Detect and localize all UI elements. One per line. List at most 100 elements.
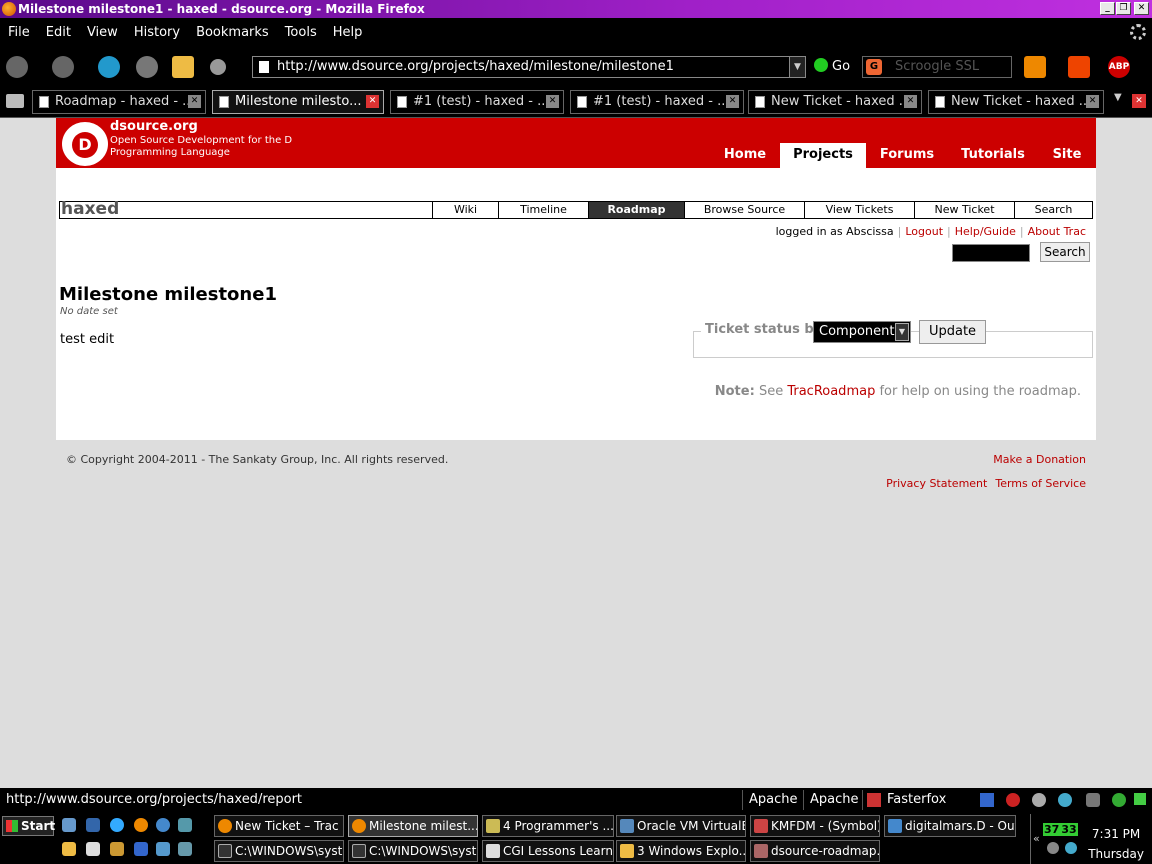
minimize-button[interactable]: _ [1100, 2, 1115, 15]
restore-button[interactable]: ❐ [1116, 2, 1131, 15]
tab-ticket-1[interactable]: #1 (test) - haxed - ... ✕ [390, 90, 564, 114]
firefox-icon[interactable] [134, 818, 148, 832]
help-guide-link[interactable]: Help/Guide [955, 225, 1016, 238]
taskbar-item-active[interactable]: Milestone milest... [348, 815, 478, 837]
menu-view[interactable]: View [79, 18, 126, 48]
privacy-link[interactable]: Privacy Statement [886, 477, 987, 490]
stop-icon[interactable] [136, 56, 158, 78]
close-tab-icon[interactable]: ✕ [546, 95, 559, 108]
go-button[interactable]: Go [814, 58, 850, 76]
notepad-icon[interactable] [86, 842, 100, 856]
donate-link[interactable]: Make a Donation [993, 453, 1086, 466]
network-icon[interactable] [1065, 842, 1077, 854]
url-dropdown-icon[interactable]: ▼ [789, 57, 805, 77]
adblock-icon[interactable]: ABP [1108, 56, 1130, 78]
menu-help[interactable]: Help [325, 18, 371, 48]
status-fasterfox[interactable]: Fasterfox [862, 790, 952, 810]
close-tab-icon[interactable]: ✕ [366, 95, 379, 108]
taskbar-item[interactable]: CGI Lessons Learn... [482, 840, 614, 862]
taskbar-item[interactable]: New Ticket – Trac ... [214, 815, 344, 837]
trac-nav-wiki[interactable]: Wiki [432, 202, 498, 218]
forward-icon[interactable] [52, 56, 74, 78]
trac-nav-new-ticket[interactable]: New Ticket [914, 202, 1014, 218]
clock[interactable]: 7:31 PM Thursday [1088, 824, 1144, 864]
trac-nav-view-tickets[interactable]: View Tickets [804, 202, 914, 218]
tab-list-icon[interactable]: ▼ [1114, 92, 1122, 103]
taskbar-item[interactable]: Oracle VM VirtualB... [616, 815, 746, 837]
close-tab-icon[interactable]: ✕ [726, 95, 739, 108]
quicklaunch-icon[interactable] [86, 818, 100, 832]
quick-search-input[interactable] [952, 244, 1030, 262]
tray-expand-icon[interactable]: « [1033, 832, 1040, 845]
taskbar-item[interactable]: C:\WINDOWS\syst... [348, 840, 478, 862]
tab-ticket-2[interactable]: #1 (test) - haxed - ... ✕ [570, 90, 744, 114]
bug-icon[interactable] [1112, 793, 1126, 807]
nav-site[interactable]: Site [1046, 143, 1088, 168]
close-tab-icon[interactable]: ✕ [188, 95, 201, 108]
addon-icon[interactable] [1068, 56, 1090, 78]
trac-nav-timeline[interactable]: Timeline [498, 202, 588, 218]
menu-edit[interactable]: Edit [38, 18, 79, 48]
status-apache-2[interactable]: Apache [803, 790, 865, 810]
trac-nav-browse-source[interactable]: Browse Source [684, 202, 804, 218]
menu-tools[interactable]: Tools [277, 18, 325, 48]
quicklaunch-icon[interactable] [110, 842, 124, 856]
quick-search-button[interactable]: Search [1040, 242, 1090, 262]
terms-link[interactable]: Terms of Service [995, 477, 1086, 490]
url-bar[interactable]: http://www.dsource.org/projects/haxed/mi… [252, 56, 806, 78]
reload-icon[interactable] [98, 56, 120, 78]
menu-history[interactable]: History [126, 18, 188, 48]
taskbar-item[interactable]: dsource-roadmap.... [750, 840, 880, 862]
ie-icon[interactable] [110, 818, 124, 832]
download-icon[interactable] [1024, 56, 1046, 78]
taskbar-item[interactable]: KMFDM - (Symbol) ... [750, 815, 880, 837]
group-by-select[interactable]: Component ▼ [813, 321, 911, 343]
search-field[interactable]: G Scroogle SSL [862, 56, 1012, 78]
start-button[interactable]: Start [2, 816, 55, 836]
speaker-icon[interactable] [1047, 842, 1059, 854]
tab-new-ticket-1[interactable]: New Ticket - haxed ... ✕ [748, 90, 922, 114]
close-tab-icon[interactable]: ✕ [1086, 95, 1099, 108]
about-trac-link[interactable]: About Trac [1028, 225, 1086, 238]
dsource-logo[interactable]: D [62, 122, 108, 166]
close-tab-icon[interactable]: ✕ [1132, 94, 1146, 108]
taskbar-item[interactable]: 3 Windows Explo... [616, 840, 746, 862]
addon-c-icon[interactable] [1086, 793, 1100, 807]
tab-milestone[interactable]: Milestone milesto... ✕ [212, 90, 384, 114]
calculator-icon[interactable] [134, 842, 148, 856]
quicklaunch-icon[interactable] [62, 818, 76, 832]
home-icon[interactable] [172, 56, 194, 78]
menu-bookmarks[interactable]: Bookmarks [188, 18, 277, 48]
nav-tutorials[interactable]: Tutorials [954, 143, 1032, 168]
tab-roadmap[interactable]: Roadmap - haxed - ... ✕ [32, 90, 206, 114]
stop-addon-icon[interactable] [1006, 793, 1020, 807]
trac-nav-search[interactable]: Search [1014, 202, 1092, 218]
trac-nav-roadmap[interactable]: Roadmap [588, 202, 684, 218]
nav-projects[interactable]: Projects [780, 143, 866, 168]
addon-b-icon[interactable] [1032, 793, 1046, 807]
update-button[interactable]: Update [919, 320, 986, 344]
close-tab-icon[interactable]: ✕ [904, 95, 917, 108]
gem-icon[interactable] [210, 59, 226, 75]
sync-icon[interactable] [1058, 793, 1072, 807]
flag-icon[interactable] [980, 793, 994, 807]
taskbar-item[interactable]: 4 Programmer's ... [482, 815, 614, 837]
nav-home[interactable]: Home [716, 143, 774, 168]
status-apache-1[interactable]: Apache [742, 790, 804, 810]
quicklaunch-icon[interactable] [178, 818, 192, 832]
taskbar-item[interactable]: C:\WINDOWS\syst... [214, 840, 344, 862]
logout-link[interactable]: Logout [905, 225, 943, 238]
menu-file[interactable]: File [0, 18, 38, 48]
back-icon[interactable] [6, 56, 28, 78]
quicklaunch-icon[interactable] [156, 818, 170, 832]
taskbar-item[interactable]: digitalmars.D - Out... [884, 815, 1016, 837]
nav-forums[interactable]: Forums [874, 143, 940, 168]
close-window-button[interactable]: ✕ [1134, 2, 1149, 15]
quicklaunch-icon[interactable] [178, 842, 192, 856]
folder-icon[interactable] [62, 842, 76, 856]
green-status-icon[interactable] [1134, 793, 1146, 805]
new-tab-icon[interactable] [6, 94, 24, 108]
trac-roadmap-link[interactable]: TracRoadmap [787, 384, 875, 399]
quicklaunch-icon[interactable] [156, 842, 170, 856]
tab-new-ticket-2[interactable]: New Ticket - haxed ... ✕ [928, 90, 1104, 114]
